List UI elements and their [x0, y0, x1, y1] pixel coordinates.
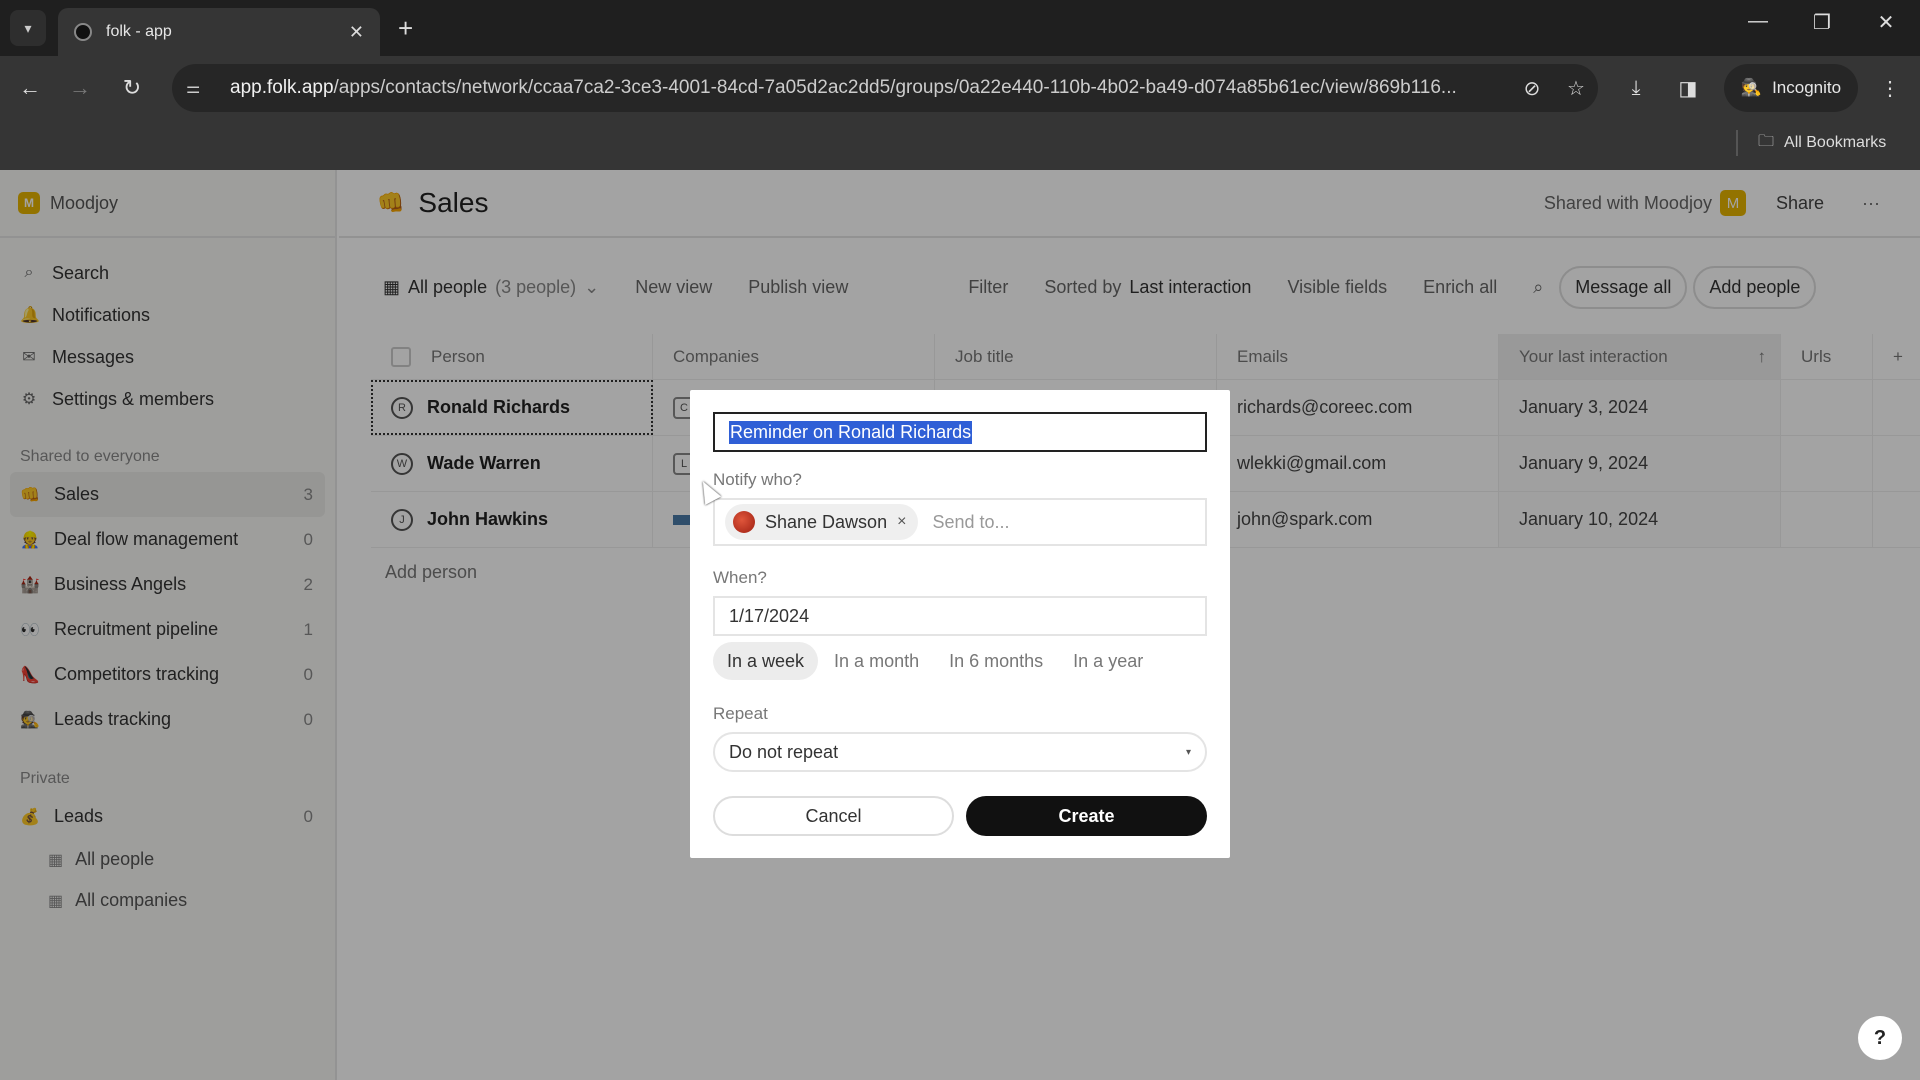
eye-off-icon[interactable]: ⊘ — [1510, 76, 1554, 101]
chevron-down-icon: ▾ — [24, 19, 32, 36]
restore-button[interactable]: ❐ — [1802, 10, 1842, 35]
recipient-name: Shane Dawson — [765, 511, 888, 532]
caret-down-icon: ▾ — [1185, 746, 1191, 758]
all-bookmarks-label: All Bookmarks — [1784, 134, 1887, 151]
date-input[interactable]: 1/17/2024 — [713, 596, 1207, 636]
star-icon[interactable]: ☆ — [1554, 76, 1598, 101]
forward-arrow-icon: → — [69, 75, 91, 100]
create-button[interactable]: Create — [966, 796, 1207, 836]
reload-button[interactable]: ↻ — [114, 70, 150, 106]
recipient-chip: Shane Dawson × — [725, 504, 919, 540]
download-icon[interactable]: ⤓ — [1618, 70, 1654, 106]
avatar — [733, 511, 755, 533]
quick-date-options: In a week In a month In 6 months In a ye… — [713, 642, 1207, 680]
remove-recipient-icon[interactable]: × — [897, 513, 906, 531]
tab-title: folk - app — [106, 23, 172, 40]
site-info-icon[interactable]: ⚌ — [186, 78, 216, 98]
bookmarks-bar: 🗀 All Bookmarks — [0, 120, 1920, 170]
reminder-title-value: Reminder on Ronald Richards — [729, 420, 973, 444]
repeat-value: Do not repeat — [729, 741, 839, 762]
repeat-label: Repeat — [713, 704, 768, 723]
browser-tab[interactable]: folk - app ✕ — [58, 8, 380, 56]
minimize-button[interactable]: — — [1738, 10, 1778, 33]
repeat-select[interactable]: Do not repeat ▾ — [713, 732, 1207, 772]
folder-icon: 🗀 — [1758, 132, 1775, 150]
browser-menu-icon[interactable]: ⋮ — [1872, 70, 1908, 106]
bookmarks-divider — [1736, 130, 1738, 156]
browser-toolbar: ← → ↻ ⚌ app.folk.app/apps/contacts/netwo… — [0, 56, 1920, 120]
tab-list-button[interactable]: ▾ — [10, 10, 46, 46]
side-panel-icon[interactable]: ◨ — [1670, 70, 1706, 106]
cancel-button[interactable]: Cancel — [713, 796, 954, 836]
quick-option-week[interactable]: In a week — [713, 642, 819, 680]
quick-option-year[interactable]: In a year — [1059, 642, 1157, 680]
window-close-button[interactable]: ✕ — [1866, 10, 1906, 35]
reload-icon: ↻ — [122, 75, 142, 100]
reminder-dialog: Reminder on Ronald Richards Notify who? … — [690, 390, 1230, 858]
browser-tab-strip: ▾ folk - app ✕ + — ❐ ✕ — [0, 0, 1920, 56]
quick-option-6-months[interactable]: In 6 months — [935, 642, 1057, 680]
dialog-actions: Cancel Create — [713, 796, 1207, 836]
url-text[interactable]: app.folk.app/apps/contacts/network/ccaa7… — [230, 77, 1510, 99]
quick-option-month[interactable]: In a month — [820, 642, 933, 680]
notify-input[interactable]: Shane Dawson × Send to... — [713, 498, 1207, 546]
incognito-label: Incognito — [1772, 78, 1842, 97]
reminder-title-input[interactable]: Reminder on Ronald Richards — [713, 412, 1207, 452]
new-tab-button[interactable]: + — [398, 12, 413, 44]
address-bar[interactable]: ⚌ app.folk.app/apps/contacts/network/cca… — [172, 64, 1598, 112]
all-bookmarks-button[interactable]: 🗀 All Bookmarks — [1758, 130, 1886, 156]
incognito-icon: 🕵 — [1740, 78, 1763, 97]
forward-button[interactable]: → — [62, 70, 98, 106]
close-tab-icon[interactable]: ✕ — [349, 22, 364, 43]
when-label: When? — [713, 568, 767, 587]
incognito-badge[interactable]: 🕵 Incognito — [1724, 64, 1858, 112]
folk-favicon-icon — [74, 23, 92, 41]
send-to-placeholder[interactable]: Send to... — [932, 512, 1009, 533]
back-button[interactable]: ← — [12, 70, 48, 106]
back-arrow-icon: ← — [19, 75, 41, 100]
notify-label: Notify who? — [713, 470, 802, 489]
help-button[interactable]: ? — [1858, 1016, 1902, 1060]
